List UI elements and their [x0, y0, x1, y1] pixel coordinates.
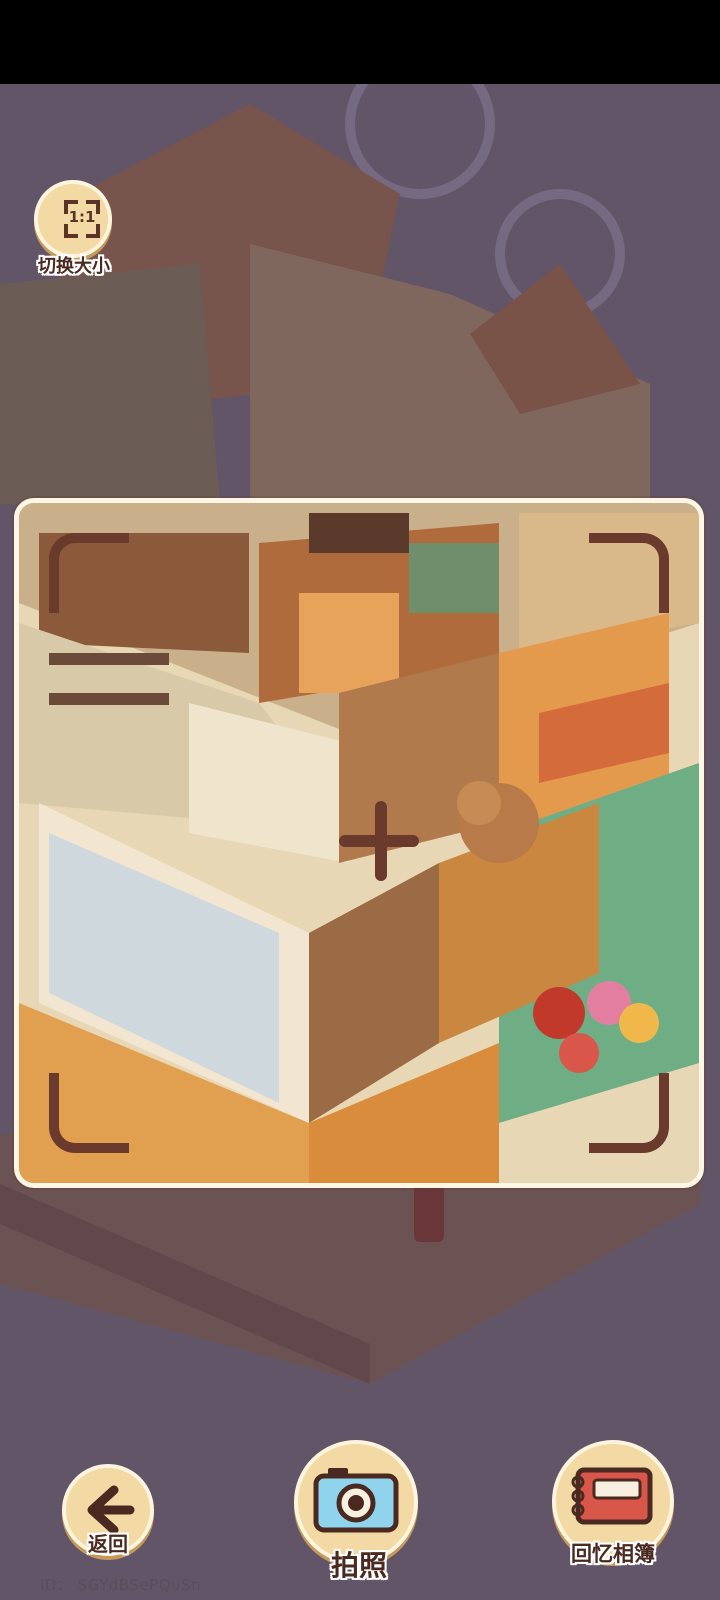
memory-album-button[interactable]: 回忆相簿	[548, 1440, 678, 1580]
camera-icon	[313, 1468, 399, 1533]
memory-album-label: 回忆相簿	[571, 1542, 655, 1566]
back-label: 返回	[88, 1532, 128, 1556]
capture-frame[interactable]	[14, 498, 704, 1188]
frame-corner-bottom-left	[49, 1073, 129, 1153]
status-bar	[0, 0, 720, 84]
player-id: ID： SGYdBSePQuSn	[40, 1576, 201, 1594]
take-photo-button[interactable]: 拍照	[294, 1440, 424, 1590]
ratio-text: 1:1	[68, 208, 96, 226]
toggle-size-circle[interactable]: 1:1	[34, 180, 112, 258]
frame-corner-top-left	[49, 533, 129, 613]
toggle-size-label: 切换大小	[38, 256, 110, 277]
frame-corner-bottom-right	[589, 1073, 669, 1153]
toggle-size-button[interactable]: 1:1 切换大小	[24, 180, 124, 280]
back-button[interactable]: 返回	[58, 1464, 158, 1564]
aspect-ratio-icon: 1:1	[64, 200, 100, 238]
frame-corner-top-right	[589, 533, 669, 613]
take-photo-label: 拍照	[330, 1549, 387, 1582]
crosshair-icon	[339, 801, 419, 881]
